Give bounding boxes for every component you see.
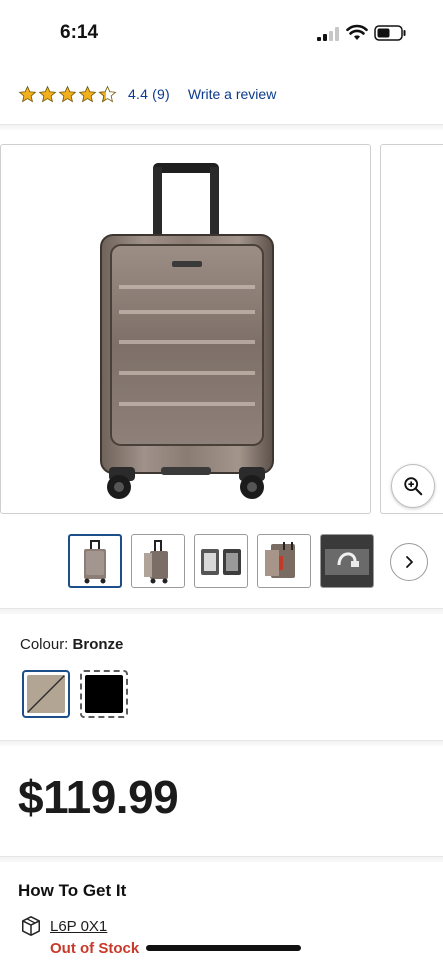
thumb-front-pocket[interactable] — [257, 534, 311, 588]
swatch-black[interactable] — [80, 670, 128, 718]
thumb-front[interactable] — [68, 534, 122, 588]
postal-code-link[interactable]: L6P 0X1 — [50, 918, 107, 935]
how-to-get-it-title: How To Get It — [18, 881, 127, 900]
stock-status: Out of Stock — [50, 940, 140, 957]
star-icon — [38, 85, 57, 102]
swatch-bronze[interactable] — [22, 670, 70, 718]
main-product-image[interactable] — [0, 144, 371, 514]
colour-label: Colour: Bronze — [20, 636, 124, 653]
suitcase-image — [100, 163, 274, 499]
rating-value[interactable]: 4.4 (9) — [128, 86, 170, 102]
write-review-link[interactable]: Write a review — [188, 86, 276, 102]
status-time: 6:14 — [60, 22, 99, 43]
battery-icon — [374, 25, 406, 41]
star-icon — [78, 85, 97, 102]
partial-star-icon — [98, 85, 117, 102]
store-location-row[interactable]: L6P 0X1 — [20, 915, 107, 937]
cellular-signal-icon — [317, 27, 339, 41]
star-icon — [58, 85, 77, 102]
next-product-image[interactable] — [380, 144, 443, 514]
thumbnail-next-button[interactable] — [390, 543, 428, 581]
rating-row: 4.4 (9) Write a review — [18, 80, 276, 108]
home-indicator[interactable] — [146, 945, 301, 951]
star-rating — [18, 85, 117, 104]
wifi-icon — [346, 24, 368, 40]
chevron-right-icon — [406, 556, 413, 568]
thumbnail-strip — [68, 534, 374, 588]
colour-swatches — [22, 670, 128, 718]
thumb-interior[interactable] — [194, 534, 248, 588]
black-swatch-fill — [85, 675, 123, 713]
bronze-swatch-fill — [26, 674, 66, 714]
thumb-usb-port[interactable] — [320, 534, 374, 588]
star-icon — [18, 85, 37, 102]
package-box-icon — [22, 916, 40, 936]
divider — [0, 740, 443, 746]
status-bar: 6:14 — [0, 0, 443, 62]
divider — [0, 856, 443, 862]
thumb-side-open[interactable] — [131, 534, 185, 588]
divider — [0, 124, 443, 130]
selected-colour-name: Bronze — [72, 636, 124, 653]
divider — [0, 608, 443, 614]
product-price: $119.99 — [18, 771, 179, 823]
zoom-button[interactable] — [391, 464, 435, 508]
zoom-in-icon — [404, 477, 423, 496]
